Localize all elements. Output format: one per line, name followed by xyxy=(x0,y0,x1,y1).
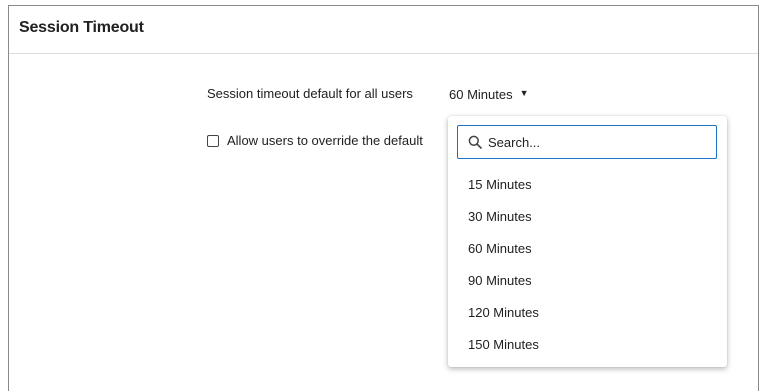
option-30-minutes[interactable]: 30 Minutes xyxy=(448,201,727,233)
search-input[interactable] xyxy=(488,134,708,150)
override-checkbox[interactable] xyxy=(207,134,219,147)
option-15-minutes[interactable]: 15 Minutes xyxy=(448,169,727,201)
option-list: 15 Minutes 30 Minutes 60 Minutes 90 Minu… xyxy=(448,169,727,361)
timeout-select-value: 60 Minutes xyxy=(449,86,513,102)
option-90-minutes[interactable]: 90 Minutes xyxy=(448,265,727,297)
option-120-minutes[interactable]: 120 Minutes xyxy=(448,297,727,329)
search-icon xyxy=(466,133,484,151)
search-box[interactable] xyxy=(457,125,717,159)
caret-down-icon: ▼ xyxy=(519,88,529,98)
timeout-select[interactable]: 60 Minutes ▼ xyxy=(449,85,529,103)
option-60-minutes[interactable]: 60 Minutes xyxy=(448,233,727,265)
panel-header: Session Timeout xyxy=(9,6,758,54)
override-label[interactable]: Allow users to override the default xyxy=(227,133,423,148)
option-150-minutes[interactable]: 150 Minutes xyxy=(448,329,727,361)
override-row: Allow users to override the default xyxy=(207,133,423,148)
timeout-default-label: Session timeout default for all users xyxy=(207,86,413,101)
panel-title: Session Timeout xyxy=(19,19,144,36)
timeout-dropdown-menu: 15 Minutes 30 Minutes 60 Minutes 90 Minu… xyxy=(448,116,727,367)
